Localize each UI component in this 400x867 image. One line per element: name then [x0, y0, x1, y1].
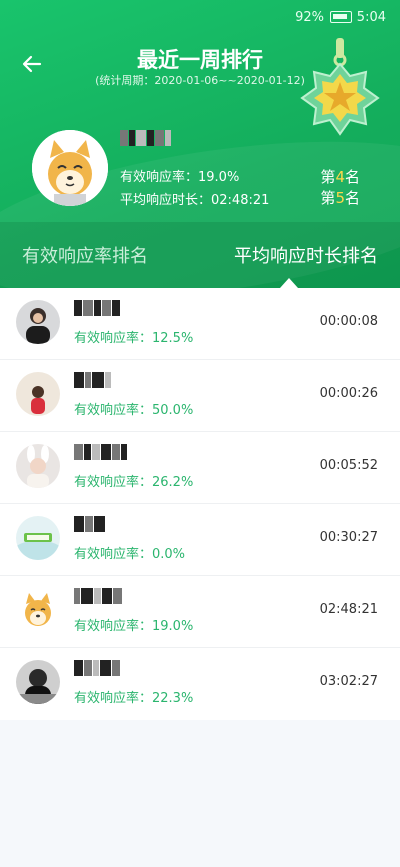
- avatar: [16, 444, 60, 488]
- active-tab-indicator: [280, 278, 298, 288]
- my-avatar: [32, 130, 108, 206]
- clock: 5:04: [356, 10, 386, 25]
- name-pixelated: [74, 372, 112, 392]
- rank-number: 5: [335, 189, 345, 207]
- response-rate: 有效响应率：12.5%: [74, 331, 194, 346]
- name-pixelated: [74, 516, 106, 536]
- response-rate: 有效响应率：19.0%: [74, 619, 194, 634]
- battery-icon: [330, 11, 352, 23]
- response-rate: 有效响应率：50.0%: [74, 403, 194, 418]
- avg-response-time: 02:48:21: [319, 602, 378, 617]
- medal-star-icon: [296, 38, 386, 150]
- avg-response-time: 00:30:27: [319, 530, 378, 545]
- rank-suffix: 名: [344, 168, 360, 186]
- list-item[interactable]: 有效响应率：26.2% 00:05:52: [0, 432, 400, 504]
- response-rate: 有效响应率：26.2%: [74, 475, 194, 490]
- tab-avg-response-time[interactable]: 平均响应时长排名: [234, 242, 378, 268]
- rank-prefix: 第: [320, 189, 336, 207]
- list-item[interactable]: 有效响应率：22.3% 03:02:27: [0, 648, 400, 720]
- avg-response-time: 00:00:26: [319, 386, 378, 401]
- rank-number: 4: [335, 168, 345, 186]
- list-item[interactable]: 有效响应率：12.5% 00:00:08: [0, 288, 400, 360]
- avg-response-time: 03:02:27: [319, 674, 378, 689]
- avatar: [16, 300, 60, 344]
- header: 92% 5:04 最近一周排行 (统计周期：2020-01-06~~2020-0…: [0, 0, 400, 288]
- name-pixelated: [74, 588, 123, 608]
- status-bar: 92% 5:04: [0, 0, 400, 34]
- list-item[interactable]: 有效响应率：19.0% 02:48:21: [0, 576, 400, 648]
- name-pixelated: [74, 300, 121, 320]
- my-name-pixelated: [120, 130, 182, 150]
- time-rank: 第5名: [320, 187, 360, 208]
- rank-suffix: 名: [344, 189, 360, 207]
- list-item[interactable]: 有效响应率：50.0% 00:00:26: [0, 360, 400, 432]
- my-response-rate: 有效响应率：19.0%: [120, 170, 240, 185]
- response-rate: 有效响应率：0.0%: [74, 547, 186, 562]
- avatar: [16, 516, 60, 560]
- name-pixelated: [74, 660, 121, 680]
- avatar: [16, 372, 60, 416]
- tab-response-rate[interactable]: 有效响应率排名: [22, 242, 148, 268]
- avg-response-time: 00:00:08: [319, 314, 378, 329]
- avatar: [16, 588, 60, 632]
- avatar: [16, 660, 60, 704]
- battery-percent: 92%: [295, 10, 324, 25]
- rank-prefix: 第: [320, 168, 336, 186]
- my-avg-response-time: 平均响应时长：02:48:21: [120, 193, 270, 208]
- rate-rank: 第4名: [320, 166, 360, 187]
- ranking-list: 有效响应率：12.5% 00:00:08 有效响应率：50.0% 00:00:2…: [0, 288, 400, 720]
- name-pixelated: [74, 444, 128, 464]
- list-item[interactable]: 有效响应率：0.0% 00:30:27: [0, 504, 400, 576]
- response-rate: 有效响应率：22.3%: [74, 691, 194, 706]
- avg-response-time: 00:05:52: [319, 458, 378, 473]
- ranking-tabs: 有效响应率排名 平均响应时长排名: [0, 222, 400, 288]
